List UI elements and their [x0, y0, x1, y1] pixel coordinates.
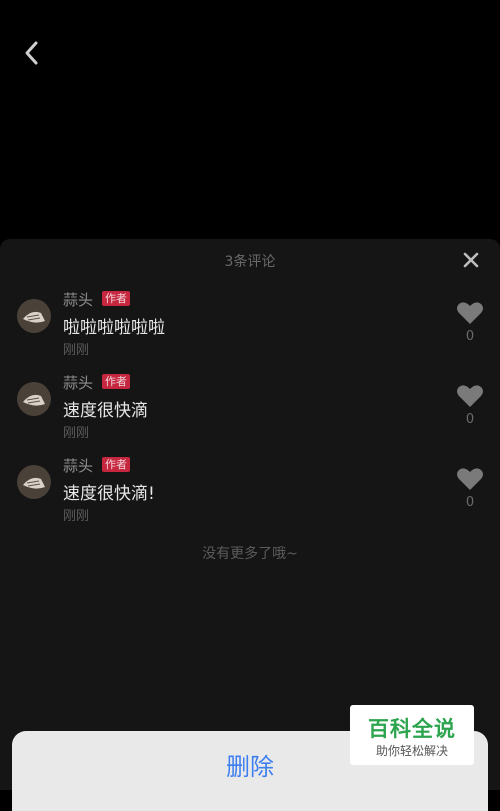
close-icon: [463, 252, 479, 268]
no-more-comments-text: 没有更多了哦~: [202, 546, 298, 562]
like-button[interactable]: [456, 301, 484, 325]
heart-icon: [457, 385, 483, 407]
heart-icon: [457, 468, 483, 490]
chevron-left-icon: [25, 41, 38, 65]
comment-item[interactable]: 蒜头 作者 速度很快滴 刚刚 0: [0, 372, 500, 442]
avatar-image: [17, 299, 51, 333]
comment-text: 啦啦啦啦啦啦: [63, 318, 165, 338]
watermark-subtitle: 助你轻松解决: [375, 744, 448, 758]
like-button[interactable]: [456, 384, 484, 408]
avatar-image: [17, 382, 51, 416]
like-count: 0: [465, 329, 475, 344]
like-count: 0: [465, 412, 475, 427]
author-badge: 作者: [102, 457, 130, 472]
avatar[interactable]: [17, 382, 51, 416]
avatar[interactable]: [17, 299, 51, 333]
author-badge: 作者: [102, 291, 130, 306]
watermark-title: 百科全说: [368, 717, 456, 741]
watermark-logo: 百科全说 助你轻松解决: [350, 705, 474, 765]
comment-time: 刚刚: [63, 509, 90, 524]
avatar-image: [17, 465, 51, 499]
like-button[interactable]: [456, 467, 484, 491]
comment-text: 速度很快滴!: [63, 484, 155, 504]
comment-username[interactable]: 蒜头: [63, 455, 93, 476]
comment-item[interactable]: 蒜头 作者 速度很快滴! 刚刚 0: [0, 455, 500, 525]
like-count: 0: [465, 495, 475, 510]
comment-username[interactable]: 蒜头: [63, 289, 93, 310]
comment-time: 刚刚: [63, 426, 90, 441]
comment-item[interactable]: 蒜头 作者 啦啦啦啦啦啦 刚刚 0: [0, 289, 500, 359]
author-badge: 作者: [102, 374, 130, 389]
back-button[interactable]: [16, 36, 46, 70]
comment-text: 速度很快滴: [63, 401, 148, 421]
comment-username[interactable]: 蒜头: [63, 372, 93, 393]
heart-icon: [457, 302, 483, 324]
close-button[interactable]: [462, 251, 480, 269]
comment-time: 刚刚: [63, 343, 90, 358]
comments-count-title: 3条评论: [224, 254, 276, 270]
avatar[interactable]: [17, 465, 51, 499]
